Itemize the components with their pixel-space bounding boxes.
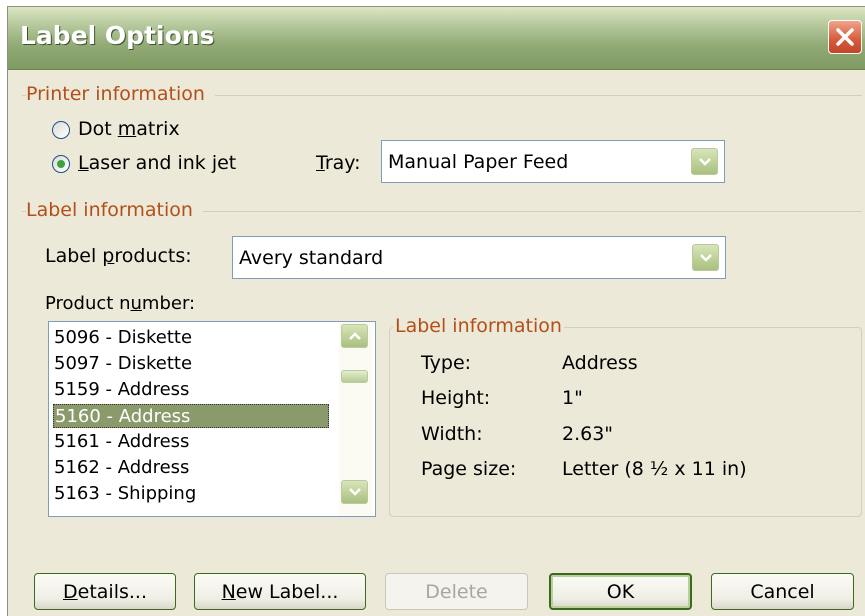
list-item[interactable]: 5162 - Address: [54, 456, 189, 480]
tray-dropdown[interactable]: Manual Paper Feed: [381, 140, 725, 183]
scrollbar-thumb[interactable]: [341, 370, 368, 383]
list-item[interactable]: 5159 - Address: [54, 378, 189, 402]
ok-button[interactable]: OK: [549, 573, 692, 610]
close-icon: [836, 28, 854, 46]
chevron-up-icon: [348, 332, 361, 340]
dialog-title: Label Options: [20, 21, 215, 50]
scroll-down-button[interactable]: [341, 480, 368, 504]
list-item[interactable]: 5097 - Diskette: [54, 352, 192, 376]
dot-matrix-label[interactable]: Dot matrix: [78, 118, 180, 140]
label-products-label: Label products:: [45, 245, 192, 267]
tray-label: Tray:: [316, 152, 361, 174]
new-label-button[interactable]: New Label...: [194, 573, 366, 610]
label-products-dropdown-button[interactable]: [692, 244, 719, 271]
tray-value: Manual Paper Feed: [388, 151, 569, 173]
product-number-label: Product number:: [45, 293, 196, 314]
height-value: 1": [562, 387, 583, 409]
chevron-down-icon: [699, 253, 712, 262]
page-size-label: Page size:: [421, 458, 517, 480]
laser-ink-jet-label[interactable]: Laser and ink jet: [78, 152, 236, 174]
list-item-selected[interactable]: 5160 - Address: [53, 404, 329, 428]
type-label: Type:: [421, 352, 472, 374]
list-item[interactable]: 5163 - Shipping: [54, 482, 196, 506]
printer-information-heading: Printer information: [26, 83, 215, 105]
laser-ink-jet-radio[interactable]: [52, 155, 70, 173]
delete-button[interactable]: Delete: [385, 573, 528, 610]
dot-matrix-radio[interactable]: [52, 121, 70, 139]
scroll-up-button[interactable]: [341, 324, 368, 348]
details-button[interactable]: Details...: [34, 573, 176, 610]
cancel-button[interactable]: Cancel: [711, 573, 854, 610]
width-value: 2.63": [562, 423, 614, 445]
product-number-list[interactable]: 5096 - Diskette 5097 - Diskette 5159 - A…: [48, 321, 376, 517]
list-item[interactable]: 5096 - Diskette: [54, 326, 192, 350]
title-bar[interactable]: Label Options: [8, 7, 865, 70]
label-information-heading: Label information: [26, 199, 203, 221]
chevron-down-icon: [348, 488, 361, 496]
tray-dropdown-button[interactable]: [691, 148, 718, 175]
type-value: Address: [562, 352, 638, 374]
label-options-dialog: Label Options Printer information Dot ma…: [7, 6, 865, 616]
chevron-down-icon: [698, 157, 711, 166]
height-label: Height:: [421, 387, 491, 409]
list-item[interactable]: 5161 - Address: [54, 430, 189, 454]
product-list-scrollbar[interactable]: [339, 322, 373, 516]
width-label: Width:: [421, 423, 483, 445]
label-details-heading: Label information: [393, 315, 564, 337]
close-button[interactable]: [828, 20, 862, 54]
label-products-value: Avery standard: [239, 247, 384, 269]
page-size-value: Letter (8 ½ x 11 in): [562, 458, 747, 480]
label-products-dropdown[interactable]: Avery standard: [232, 236, 726, 279]
